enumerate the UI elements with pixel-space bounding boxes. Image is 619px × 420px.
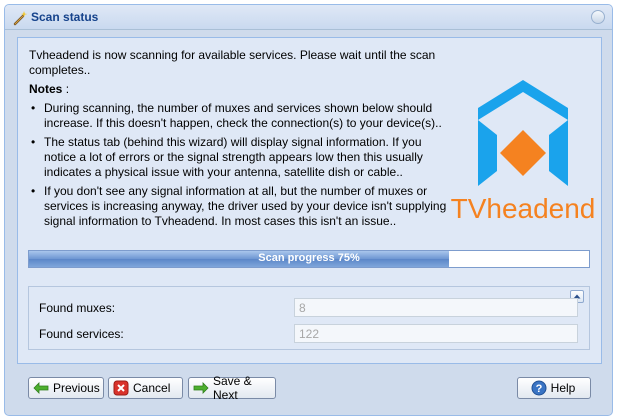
logo-text: TVheadend [451, 193, 596, 224]
scan-status-window: Scan status Tvheadend is now scanning fo… [4, 4, 613, 416]
wizard-content: Tvheadend is now scanning for available … [17, 37, 602, 364]
close-tool-icon[interactable] [591, 10, 605, 24]
intro-text: Tvheadend is now scanning for available … [29, 48, 436, 77]
found-muxes-label: Found muxes: [39, 301, 116, 315]
note-item: During scanning, the number of muxes and… [29, 101, 449, 131]
notes-list: During scanning, the number of muxes and… [29, 101, 449, 229]
found-services-label: Found services: [39, 327, 124, 341]
found-muxes-field[interactable]: 8 [294, 298, 578, 317]
window-titlebar[interactable]: Scan status [5, 5, 612, 30]
notes-heading: Notes : [29, 82, 449, 97]
previous-button-label: Previous [53, 381, 100, 395]
found-services-field[interactable]: 122 [294, 324, 578, 343]
save-next-button[interactable]: Save & Next [188, 374, 276, 402]
wizard-wand-icon [12, 10, 28, 26]
save-next-button-label: Save & Next [213, 374, 252, 402]
scan-progress-label: Scan progress 75% [258, 252, 360, 264]
window-title: Scan status [31, 10, 99, 24]
note-item: The status tab (behind this wizard) will… [29, 135, 449, 180]
help-icon: ? [531, 380, 547, 396]
scan-info-text: Tvheadend is now scanning for available … [29, 48, 449, 233]
arrow-right-icon [193, 380, 209, 396]
help-button[interactable]: ? Help [517, 377, 591, 399]
arrow-left-icon [33, 380, 49, 396]
tvheadend-logo: TVheadend [451, 80, 596, 224]
previous-button[interactable]: Previous [28, 377, 104, 399]
svg-text:?: ? [535, 383, 542, 395]
cancel-button[interactable]: Cancel [108, 377, 183, 399]
cancel-icon [113, 380, 129, 396]
scan-progress-bar: Scan progress 75% [28, 250, 590, 268]
note-item: If you don't see any signal information … [29, 184, 449, 229]
scan-results-fieldset: Found muxes: 8 Found services: 122 [28, 286, 590, 350]
cancel-button-label: Cancel [133, 381, 171, 395]
notes-heading-label: Notes [29, 82, 63, 96]
notes-heading-colon: : [65, 82, 70, 96]
help-button-label: Help [550, 381, 576, 395]
